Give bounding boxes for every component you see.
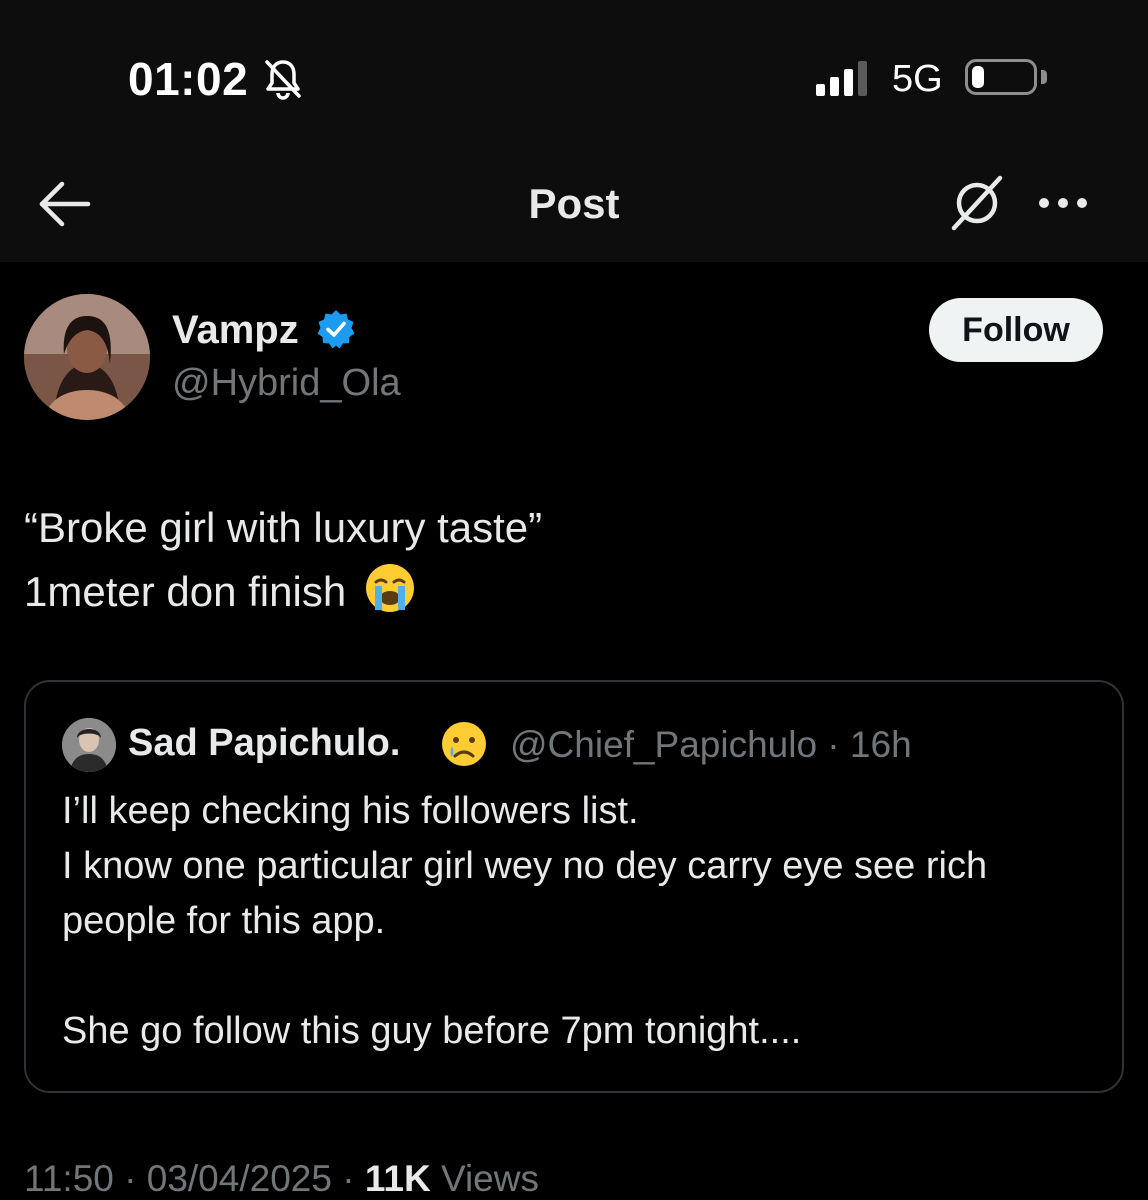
network-type-label: 5G — [892, 58, 943, 100]
quoted-author-name[interactable]: Sad Papichulo. — [128, 722, 400, 765]
avatar-photo — [24, 294, 150, 420]
post-text-line: 1meter don finish — [24, 560, 1124, 624]
post-meta: 11:50 · 03/04/2025 · 11K Views — [24, 1158, 539, 1200]
battery-icon — [965, 59, 1037, 95]
quoted-author-meta: @Chief_Papichulo · 16h — [510, 724, 912, 766]
post-date: 03/04/2025 — [146, 1158, 332, 1199]
meta-separator: · — [331, 1158, 365, 1199]
post-text-line-content: 1meter don finish — [24, 568, 347, 615]
loudly-crying-face-icon — [365, 564, 414, 612]
follow-button[interactable]: Follow — [929, 298, 1103, 362]
grok-icon[interactable] — [946, 172, 1008, 234]
crying-face-icon — [442, 722, 486, 766]
quoted-post-text: I’ll keep checking his followers list. I… — [62, 790, 988, 1052]
meta-separator: · — [817, 724, 850, 765]
battery-tip — [1041, 70, 1047, 84]
battery-level — [972, 66, 984, 88]
post-time: 11:50 — [24, 1158, 114, 1199]
more-options-icon[interactable] — [1034, 186, 1092, 220]
status-time: 01:02 — [128, 53, 249, 105]
bell-muted-icon — [265, 60, 301, 100]
meta-separator: · — [113, 1158, 147, 1199]
quoted-post-card[interactable]: Sad Papichulo. @Chief_Papichulo · 16h I’… — [24, 680, 1124, 1093]
author-name[interactable]: Vampz — [172, 308, 299, 353]
post-text: “Broke girl with luxury taste” 1meter do… — [24, 496, 1124, 624]
quoted-avatar-photo — [62, 718, 116, 772]
quoted-author-handle[interactable]: @Chief_Papichulo — [510, 724, 817, 765]
quoted-author-avatar[interactable] — [62, 718, 116, 772]
cellular-signal-icon — [816, 61, 867, 96]
author-avatar[interactable] — [24, 294, 150, 420]
quoted-post-age: 16h — [849, 724, 912, 765]
views-count[interactable]: 11K — [365, 1158, 431, 1199]
post-text-line: “Broke girl with luxury taste” — [24, 504, 543, 551]
top-bar: 01:02 5G Post — [0, 0, 1148, 262]
author-handle[interactable]: @Hybrid_Ola — [172, 362, 401, 405]
verified-badge-icon — [317, 310, 355, 349]
views-label: Views — [440, 1158, 539, 1199]
